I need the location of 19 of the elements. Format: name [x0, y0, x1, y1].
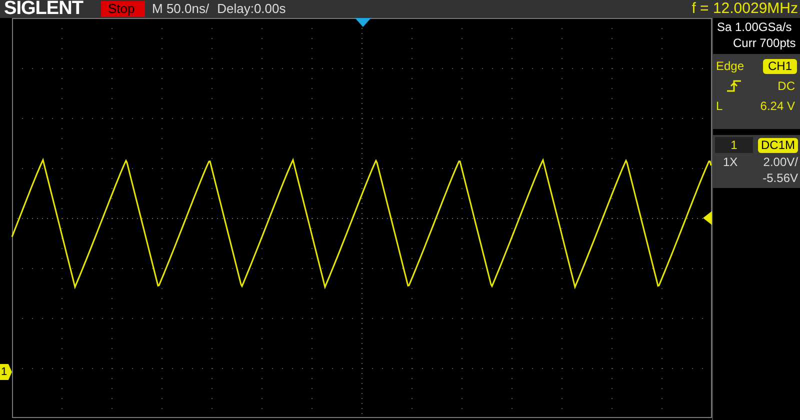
channel-number-tab[interactable]: 1	[715, 137, 753, 153]
sample-rate-label: Sa 1.00GSa/s	[716, 19, 793, 35]
trigger-source-badge: CH1	[762, 58, 797, 74]
timebase-label: M 50.0ns/	[152, 0, 210, 18]
trigger-level-value: 6.24 V	[760, 98, 796, 115]
rising-edge-icon	[726, 79, 742, 93]
frequency-readout: f = 12.0029MHz	[692, 0, 799, 19]
trigger-coupling-label: DC	[778, 78, 796, 95]
channel-marker: 1	[0, 366, 8, 378]
vertical-offset-label: -5.56V	[762, 171, 799, 185]
trigger-type-label: Edge	[716, 58, 744, 75]
run-state-label: Stop	[101, 1, 145, 17]
memory-depth-label: Curr 700pts	[732, 35, 797, 51]
channel-coupling-badge: DC1M	[758, 138, 798, 152]
brand-logo: SIGLENT	[3, 0, 84, 18]
vertical-scale-label: 2.00V/	[763, 154, 799, 171]
trigger-level-label: L	[716, 98, 723, 115]
delay-label: Delay:0.00s	[217, 0, 286, 18]
probe-ratio-label: 1X	[722, 154, 738, 171]
